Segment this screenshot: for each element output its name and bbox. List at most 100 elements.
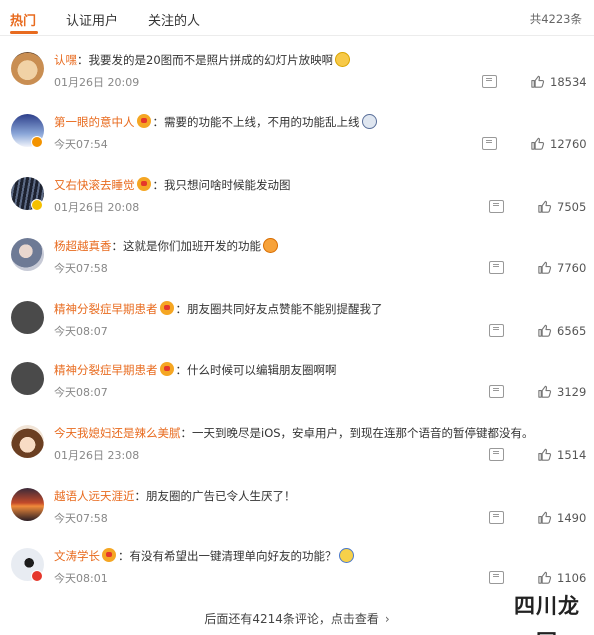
comment-item: 杨超越真香：这就是你们加班开发的功能 今天07:58 7760 [0,236,594,298]
comment-text: ：有没有希望出一键清理单向好友的功能？ [118,549,337,563]
default-gray-avatar[interactable] [11,362,44,395]
comment-item: 第一眼的意中人 ：需要的功能不上线，不用的功能乱上线 今天07:54 12760 [0,112,594,174]
thumbs-up-icon [531,75,545,88]
like-count: 12760 [550,136,587,151]
tab-bar: 热门 认证用户 关注的人 共4223条 [0,0,594,36]
thumbs-up-icon [538,261,552,274]
comment-time: 今天08:07 [54,386,108,399]
thumbs-up-icon [538,324,552,337]
comment-item: 文涛学长 ：有没有希望出一键清理单向好友的功能？ 今天08:01 1106 [0,546,594,608]
comment-text: ：我只想问啥时候能发动图 [152,178,291,192]
comment-username[interactable]: 文涛学长 [54,549,100,563]
cartoon-girl-avatar[interactable] [11,425,44,458]
like-button[interactable]: 1106 [537,570,586,585]
verified-badge-icon [31,570,43,582]
default-gray-avatar[interactable] [11,301,44,334]
comment-username[interactable]: 精神分裂症早期患者 [54,302,158,316]
thumbs-up-icon [538,200,552,213]
comment-username[interactable]: 精神分裂症早期患者 [54,363,158,377]
comment-item: 精神分裂症早期患者 ：朋友圈共同好友点赞能不能别提醒我了 今天08:07 6565 [0,299,594,361]
reply-icon[interactable] [482,137,497,150]
reply-icon[interactable] [489,448,504,461]
comment-time: 今天08:07 [54,325,108,338]
reply-icon[interactable] [482,75,497,88]
thumbs-up-icon [531,137,545,150]
comment-username[interactable]: 杨超越真香 [54,239,112,253]
more-comments-text: 后面还有4214条评论，点击查看 [204,612,379,626]
comment-username[interactable]: 越语人远天涯近 [54,489,135,503]
comment-text: ：朋友圈的广告已令人生厌了！ [134,489,296,503]
like-count: 3129 [557,384,587,399]
like-button[interactable]: 6565 [537,323,586,338]
like-button[interactable]: 7505 [537,199,586,214]
verified-badge-icon [31,199,43,211]
sunset-avatar[interactable] [11,488,44,521]
like-button[interactable]: 3129 [537,384,586,399]
like-count: 6565 [557,323,587,338]
grin-emoji-icon [335,52,351,67]
tab-following[interactable]: 关注的人 [148,10,200,29]
more-comments-link[interactable]: 后面还有4214条评论，点击查看 › [0,610,594,627]
comment-username[interactable]: 第一眼的意中人 [54,115,135,129]
comment-text: ：需要的功能不上线，不用的功能乱上线 [152,115,360,129]
comment-time: 01月26日 20:08 [54,201,140,214]
comment-text: ：什么时候可以编辑朋友圈啊啊 [175,363,337,377]
comment-item: 今天我媳妇还是辣么美腻：一天到晚尽是iOS，安卓用户，到现在连那个语音的暂停键都… [0,423,594,485]
like-count: 7760 [557,260,587,275]
comment-time: 今天07:58 [54,262,108,275]
comment-text: ：这就是你们加班开发的功能 [111,239,262,253]
comment-time: 01月26日 20:09 [54,76,140,89]
comment-time: 今天07:54 [54,138,108,151]
shiba-dog-avatar[interactable] [11,52,44,85]
thumbs-up-icon [538,448,552,461]
vip-crown-icon [159,301,174,315]
like-count: 1106 [557,570,587,585]
reply-icon[interactable] [489,261,504,274]
verified-badge-icon [31,136,43,148]
active-tab-indicator [10,31,38,34]
comment-username[interactable]: 今天我媳妇还是辣么美腻 [54,426,181,440]
thumbs-up-icon [538,511,552,524]
reply-icon[interactable] [489,200,504,213]
like-button[interactable]: 12760 [530,136,587,151]
like-count: 18534 [550,74,587,89]
comment-item: 精神分裂症早期患者 ：什么时候可以编辑朋友圈啊啊 今天08:07 3129 [0,360,594,422]
comment-item: 越语人远天涯近：朋友圈的广告已令人生厌了！ 今天07:58 1490 [0,486,594,548]
comment-username[interactable]: 又右快滚去睡觉 [54,178,135,192]
vip-crown-icon [159,362,174,376]
thumbs-up-icon [538,385,552,398]
vip-crown-icon [136,177,151,191]
tab-hot[interactable]: 热门 [10,10,36,29]
comment-text: ：我要发的是20图而不是照片拼成的幻灯片放映啊 [77,53,334,67]
vip-crown-icon [136,114,151,128]
tab-verified-users[interactable]: 认证用户 [66,10,118,29]
like-button[interactable]: 1514 [537,447,586,462]
like-count: 1514 [557,447,587,462]
like-count: 7505 [557,199,587,214]
like-button[interactable]: 1490 [537,510,586,525]
vip-crown-icon [102,548,116,562]
total-count: 共4223条 [529,12,582,26]
reply-icon[interactable] [489,385,504,398]
watermark-logo: 四川龙网 [506,588,588,635]
comment-time: 今天08:01 [54,572,108,585]
comment-item: 认嘿：我要发的是20图而不是照片拼成的幻灯片放映啊 01月26日 20:09 1… [0,50,594,112]
comment-time: 01月26日 23:08 [54,449,140,462]
chevron-right-icon: › [384,612,390,626]
comment-time: 今天07:58 [54,512,108,525]
reply-icon[interactable] [489,511,504,524]
girl-photo-avatar[interactable] [11,238,44,271]
reply-icon[interactable] [489,324,504,337]
like-button[interactable]: 7760 [537,260,586,275]
laughing-emoji-icon [263,238,278,253]
crying-emoji-icon [361,114,377,129]
reply-icon[interactable] [489,571,504,584]
thumbs-up-icon [538,571,552,584]
thinking-emoji-icon [338,548,354,563]
comment-item: 又右快滚去睡觉 ：我只想问啥时候能发动图 01月26日 20:08 7505 [0,175,594,237]
comment-username[interactable]: 认嘿 [54,53,77,67]
like-count: 1490 [557,510,587,525]
comment-text: ：朋友圈共同好友点赞能不能别提醒我了 [175,302,383,316]
like-button[interactable]: 18534 [530,74,587,89]
comment-text: ：一天到晚尽是iOS，安卓用户，到现在连那个语音的暂停键都没有。 [180,426,534,440]
